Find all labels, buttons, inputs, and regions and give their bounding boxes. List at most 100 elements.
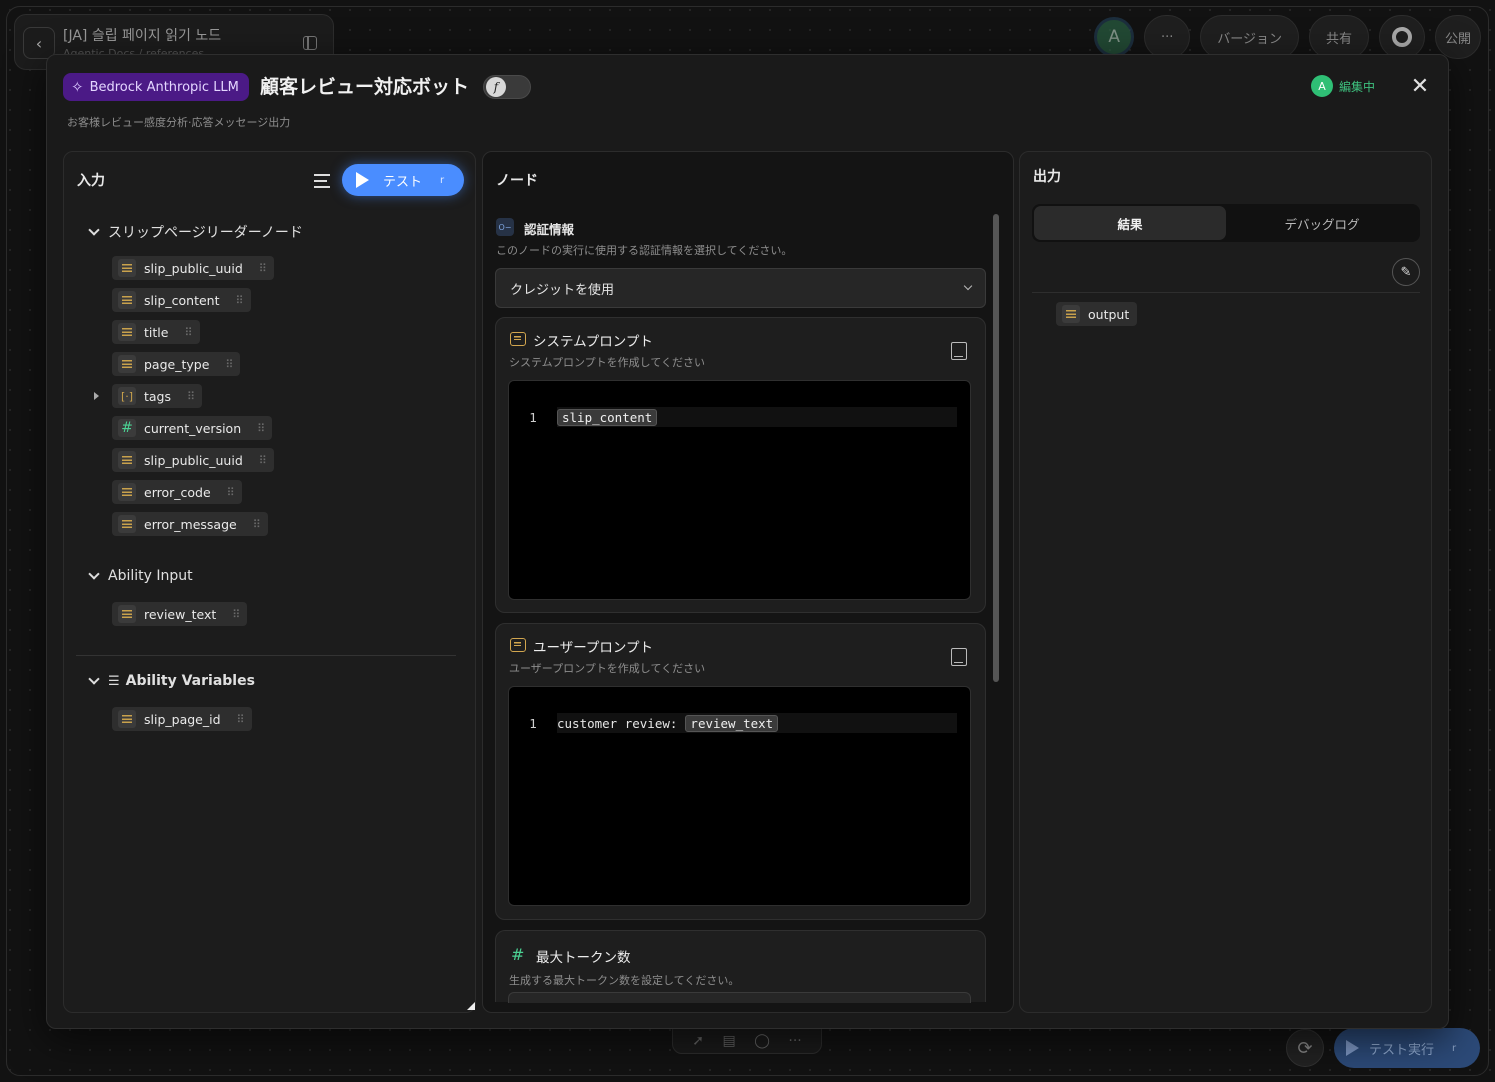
- note-icon[interactable]: ▤: [722, 1033, 735, 1049]
- tab-debug-log[interactable]: デバッグログ: [1226, 206, 1418, 240]
- expand-arrow-icon[interactable]: [94, 392, 99, 400]
- share-button[interactable]: 共有: [1308, 15, 1369, 59]
- hash-icon: #: [511, 945, 525, 964]
- variable-chip[interactable]: page_type ⠿: [112, 352, 241, 376]
- user-prompt-description: ユーザープロンプトを作成してください: [509, 662, 706, 675]
- max-tokens-title: 最大トークン数: [536, 950, 631, 966]
- variable-chip[interactable]: slip_public_uuid ⠿: [112, 256, 274, 280]
- node-panel: ノード O− 認証情報 このノードの実行に使用する認証情報を選択してください。 …: [482, 151, 1014, 1013]
- drag-handle-icon[interactable]: ⠿: [259, 454, 267, 467]
- play-icon: [1346, 1040, 1359, 1056]
- template-library-icon[interactable]: [951, 648, 967, 666]
- more-button[interactable]: ···: [1144, 15, 1191, 59]
- settings-button[interactable]: [1379, 15, 1425, 59]
- group-header-ability-variables[interactable]: ☰ Ability Variables: [88, 673, 255, 689]
- more-icon[interactable]: ···: [788, 1033, 801, 1049]
- group-title: Ability Variables: [125, 673, 255, 689]
- variable-token[interactable]: slip_content: [557, 408, 658, 426]
- group-header-slip-reader[interactable]: スリップページリーダーノード: [88, 222, 303, 242]
- variable-label: current_version: [144, 420, 242, 436]
- list-view-icon[interactable]: [314, 174, 330, 188]
- group-header-ability-input[interactable]: Ability Input: [88, 568, 193, 584]
- close-icon: ✕: [1410, 73, 1430, 99]
- chevron-down-icon: [963, 281, 973, 291]
- editing-status: A 編集中: [1311, 75, 1375, 97]
- variable-label: page_type: [144, 356, 210, 372]
- node-type-badge: ✧ Bedrock Anthropic LLM: [63, 73, 249, 101]
- prompt-icon: [510, 638, 526, 652]
- template-library-icon[interactable]: [951, 342, 967, 360]
- credentials-select[interactable]: クレジットを使用: [495, 268, 986, 308]
- edit-button[interactable]: ✎: [1392, 258, 1420, 286]
- drag-handle-icon[interactable]: ⠿: [253, 518, 261, 531]
- prompt-text: customer review:: [557, 715, 678, 731]
- publish-button[interactable]: 公開: [1435, 15, 1481, 59]
- text-type-icon: [118, 451, 136, 469]
- variable-chip[interactable]: slip_page_id ⠿: [112, 707, 252, 731]
- drag-handle-icon[interactable]: ⠿: [257, 422, 265, 435]
- user-prompt-editor[interactable]: 1 customer review: review_text: [508, 686, 971, 906]
- run-test-button[interactable]: テスト実行 r: [1334, 1028, 1480, 1068]
- version-button[interactable]: バージョン: [1200, 15, 1299, 59]
- test-shortcut: r: [440, 174, 445, 186]
- tab-result[interactable]: 結果: [1034, 206, 1226, 240]
- close-button[interactable]: ✕: [1407, 73, 1433, 99]
- drag-handle-icon[interactable]: ⠿: [259, 262, 267, 275]
- text-type-icon: [118, 515, 136, 533]
- text-type-icon: [118, 323, 136, 341]
- function-toggle[interactable]: f: [483, 75, 531, 99]
- output-panel: 出力 結果 デバッグログ ✎ output: [1019, 151, 1432, 1013]
- variable-chip[interactable]: error_code ⠿: [112, 480, 242, 504]
- output-variable-chip[interactable]: output: [1056, 302, 1138, 326]
- variable-chip[interactable]: error_message ⠿: [112, 512, 268, 536]
- drag-handle-icon[interactable]: ⠿: [227, 486, 235, 499]
- variable-chip[interactable]: slip_public_uuid ⠿: [112, 448, 274, 472]
- test-button[interactable]: テスト r: [342, 164, 464, 196]
- max-tokens-card: # 最大トークン数 生成する最大トークン数を設定してください。: [495, 930, 986, 1003]
- divider: [76, 655, 456, 656]
- variable-chip[interactable]: title ⠿: [112, 320, 200, 344]
- editing-label: 編集中: [1339, 79, 1376, 94]
- system-prompt-editor[interactable]: 1 slip_content: [508, 380, 971, 600]
- node-editor-modal: ✧ Bedrock Anthropic LLM 顧客レビュー対応ボット f お客…: [46, 54, 1449, 1029]
- system-prompt-description: システムプロンプトを作成してください: [509, 356, 706, 369]
- drag-handle-icon[interactable]: ⠿: [184, 326, 192, 339]
- input-panel-heading: 入力: [77, 173, 105, 189]
- avatar[interactable]: A: [1094, 17, 1135, 57]
- sparkle-icon: ✧: [71, 78, 84, 96]
- resize-handle-icon[interactable]: [467, 1002, 475, 1010]
- variable-chip[interactable]: [·] tags ⠿: [112, 384, 203, 408]
- variable-token[interactable]: review_text: [685, 714, 779, 732]
- node-description[interactable]: お客様レビュー感度分析·応答メッセージ出力: [67, 114, 290, 130]
- back-button[interactable]: ‹: [23, 27, 55, 59]
- text-type-icon: [118, 605, 136, 623]
- drag-handle-icon[interactable]: ⠿: [225, 358, 233, 371]
- drag-handle-icon[interactable]: ⠿: [237, 713, 245, 726]
- variable-chip[interactable]: # current_version ⠿: [112, 416, 273, 440]
- variable-label: title: [144, 324, 169, 340]
- play-icon: [356, 172, 369, 188]
- prompt-icon: [510, 332, 526, 346]
- user-prompt-title: ユーザープロンプト: [533, 640, 654, 656]
- variable-chip[interactable]: review_text ⠿: [112, 602, 248, 626]
- pointer-icon[interactable]: ➚: [692, 1033, 704, 1049]
- node-title[interactable]: 顧客レビュー対応ボット: [260, 72, 469, 99]
- topbar-actions: A ··· バージョン 共有 公開: [1094, 15, 1481, 59]
- refresh-button[interactable]: ⟳: [1286, 1029, 1324, 1067]
- sidebar-toggle-icon[interactable]: [303, 36, 317, 50]
- max-tokens-input[interactable]: [508, 992, 971, 1003]
- variable-chip[interactable]: slip_content ⠿: [112, 288, 251, 312]
- run-test-shortcut: r: [1452, 1042, 1457, 1054]
- credentials-selected-value: クレジットを使用: [510, 282, 615, 298]
- array-type-icon: [·]: [118, 387, 136, 405]
- variable-label: slip_page_id: [144, 711, 221, 727]
- variable-label: review_text: [144, 606, 217, 622]
- comment-icon[interactable]: ◯: [754, 1033, 770, 1049]
- scrollbar[interactable]: [993, 214, 999, 682]
- drag-handle-icon[interactable]: ⠿: [187, 390, 195, 403]
- drag-handle-icon[interactable]: ⠿: [236, 294, 244, 307]
- user-prompt-card: ユーザープロンプト ユーザープロンプトを作成してください 1 customer …: [495, 623, 986, 920]
- variable-label: error_code: [144, 484, 211, 500]
- node-type-label: Bedrock Anthropic LLM: [89, 79, 239, 95]
- drag-handle-icon[interactable]: ⠿: [232, 608, 240, 621]
